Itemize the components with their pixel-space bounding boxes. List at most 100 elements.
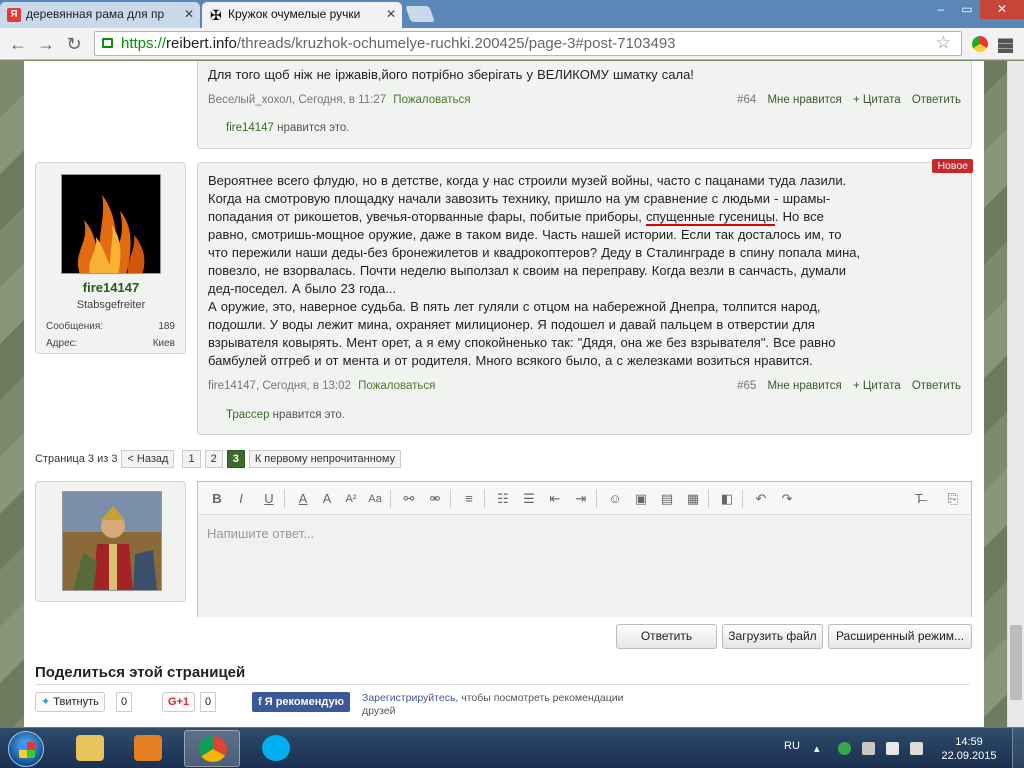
url-scheme: https:// [121, 35, 167, 52]
taskbar-explorer[interactable] [62, 730, 118, 767]
tweet-button[interactable]: ✦ Твитнуть [35, 692, 105, 712]
minimize-button[interactable]: – [928, 0, 954, 19]
pagination: Страница 3 из 3 < Назад 1 2 3 К первому … [35, 450, 402, 468]
first-unread-button[interactable]: К первому непрочитанному [248, 450, 402, 468]
volume-icon[interactable] [910, 742, 923, 755]
scrollbar-thumb[interactable] [1010, 625, 1022, 700]
link-icon[interactable]: ⚯ [400, 490, 418, 508]
redo-icon[interactable]: ↷ [778, 490, 796, 508]
browser-tab-forum[interactable]: ✠ Кружок очумелые ручки ✕ [202, 2, 402, 28]
twitter-icon: ✦ [41, 696, 51, 708]
save-draft-icon[interactable]: ◧ [718, 490, 736, 508]
quote-link[interactable]: + Цитата [853, 380, 901, 392]
tab-title: Кружок очумелые ручки [228, 7, 361, 21]
reply-link[interactable]: Ответить [912, 94, 961, 106]
liker-link[interactable]: Трассер [226, 409, 269, 421]
like-link[interactable]: Мне нравится [767, 94, 841, 106]
number-list-icon[interactable]: ☰ [520, 490, 538, 508]
post-author[interactable]: Веселый_хохол [208, 94, 292, 106]
taskbar-media-player[interactable] [120, 730, 176, 767]
reply-textarea[interactable]: Напишите ответ... [198, 516, 971, 617]
outdent-icon[interactable]: ⇤ [546, 490, 564, 508]
close-tab-icon[interactable]: ✕ [184, 7, 194, 21]
bullet-list-icon[interactable]: ☷ [494, 490, 512, 508]
upload-file-button[interactable]: Загрузить файл [722, 624, 823, 649]
unlink-icon[interactable]: ⚮ [426, 490, 444, 508]
page-1-button[interactable]: 1 [182, 450, 201, 468]
likes-summary: fire14147 нравится это. [226, 122, 350, 134]
advanced-mode-button[interactable]: Расширенный режим... [828, 624, 972, 649]
tray-arrow-icon[interactable]: ▴ [814, 742, 827, 755]
code-icon[interactable]: ▦ [684, 490, 702, 508]
media-icon[interactable]: ▤ [658, 490, 676, 508]
post-line: что пережили наши деды-без бронежилетов … [208, 245, 861, 260]
align-icon[interactable]: ≡ [460, 490, 478, 508]
reply-avatar[interactable] [62, 491, 162, 591]
show-desktop-button[interactable] [1012, 728, 1024, 768]
post-number[interactable]: #64 [737, 94, 756, 106]
iron-cross-icon: ✠ [210, 7, 222, 23]
font-icon[interactable]: A [318, 490, 336, 508]
font-family-icon[interactable]: Aa [366, 490, 384, 508]
bold-icon[interactable]: B [208, 490, 226, 508]
tray-app-icon[interactable] [838, 742, 851, 755]
browser-tabbar: Я деревянная рама для пр ✕ ✠ Кружок очум… [0, 0, 1024, 28]
underline-icon[interactable]: U [260, 490, 278, 508]
start-button[interactable] [8, 731, 44, 767]
close-tab-icon[interactable]: ✕ [386, 7, 396, 21]
bookmark-star-icon[interactable]: ☆ [936, 33, 951, 53]
prev-page-button[interactable]: < Назад [121, 450, 175, 468]
browser-tab-yandex[interactable]: Я деревянная рама для пр ✕ [0, 2, 200, 28]
like-link[interactable]: Мне нравится [767, 380, 841, 392]
clock-date: 22.09.2015 [941, 750, 997, 762]
network-icon[interactable] [886, 742, 899, 755]
image-icon[interactable]: ▣ [632, 490, 650, 508]
taskbar-skype[interactable] [248, 730, 304, 767]
post-author[interactable]: fire14147 [208, 380, 256, 392]
italic-icon[interactable]: I [232, 490, 250, 508]
taskbar-chrome[interactable] [184, 730, 240, 767]
font-size-icon[interactable]: A² [342, 490, 360, 508]
close-window-button[interactable]: ✕ [980, 0, 1024, 19]
clear-format-icon[interactable]: T̶ [910, 490, 928, 508]
smilie-icon[interactable]: ☺ [606, 490, 624, 508]
liker-link[interactable]: fire14147 [226, 122, 274, 134]
taskbar-clock[interactable]: 14:59 22.09.2015 [938, 735, 1000, 763]
gplus-button[interactable]: G+1 [162, 692, 196, 712]
reply-link[interactable]: Ответить [912, 380, 961, 392]
user-title: Stabsgefreiter [76, 299, 146, 311]
skype-icon [262, 735, 290, 761]
page-3-button[interactable]: 3 [226, 450, 245, 468]
text-color-icon[interactable]: A [294, 490, 312, 508]
restore-button[interactable]: ▭ [954, 0, 980, 19]
report-link[interactable]: Пожаловаться [358, 380, 435, 392]
reload-icon[interactable]: ↻ [64, 34, 84, 54]
undo-icon[interactable]: ↶ [752, 490, 770, 508]
quote-link[interactable]: + Цитата [853, 94, 901, 106]
post-text: Для того щоб ніж не іржавів,його потрібн… [208, 67, 694, 82]
indent-icon[interactable]: ⇥ [572, 490, 590, 508]
facebook-recommend-button[interactable]: f Я рекомендую [252, 692, 350, 712]
forward-arrow-icon[interactable]: → [36, 34, 56, 54]
extension-icon[interactable] [972, 36, 988, 52]
reply-button[interactable]: Ответить [616, 624, 717, 649]
post-line: Когда на смотровую площадку начали завоз… [208, 191, 831, 206]
post-number[interactable]: #65 [737, 380, 756, 392]
post-time[interactable]: Сегодня, в 11:27 [298, 94, 386, 106]
address-bar[interactable]: https://reibert.info/threads/kruzhok-och… [94, 31, 962, 56]
source-mode-icon[interactable]: ⎘ [944, 490, 962, 508]
menu-icon[interactable]: ▬ ▬ ▬ [998, 31, 1013, 56]
post-line: попадания от рикошетов, увечья-оторванны… [208, 208, 860, 226]
user-avatar[interactable] [61, 174, 161, 274]
back-arrow-icon[interactable]: ← [8, 34, 28, 54]
language-indicator[interactable]: RU [784, 740, 800, 752]
post-time[interactable]: Сегодня, в 13:02 [262, 380, 351, 392]
toolbar-divider [284, 490, 285, 508]
post-actions: #64 Мне нравится + Цитата Ответить [729, 94, 961, 106]
signup-link[interactable]: Зарегистрируйтесь [362, 692, 455, 704]
user-name[interactable]: fire14147 [36, 280, 186, 295]
page-2-button[interactable]: 2 [204, 450, 223, 468]
report-link[interactable]: Пожаловаться [393, 94, 470, 106]
new-tab-button[interactable] [405, 6, 435, 22]
tray-flag-icon[interactable] [862, 742, 875, 755]
